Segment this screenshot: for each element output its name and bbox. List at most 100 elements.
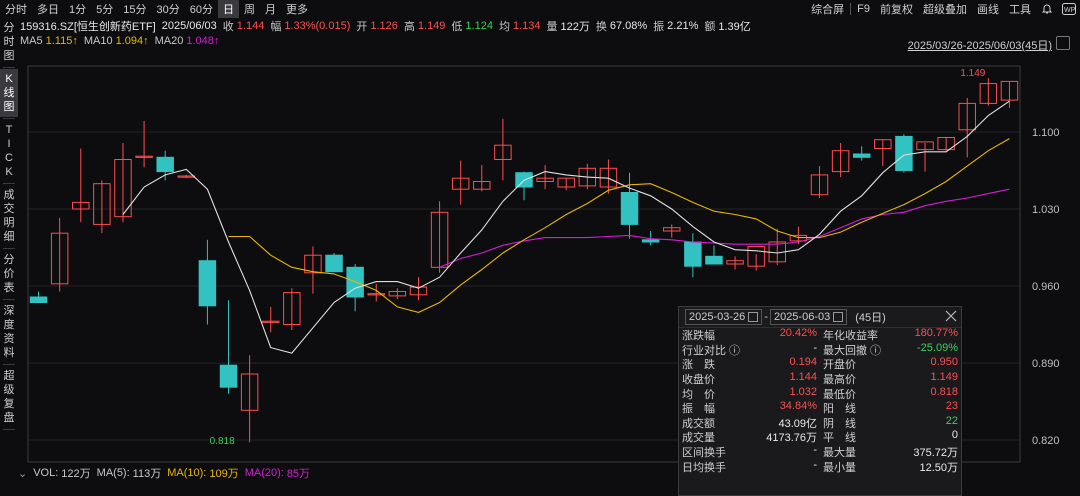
- low-annotation: 0.818: [210, 436, 235, 447]
- volume-settings-icon[interactable]: ⌄: [18, 467, 27, 480]
- stats-value: 0: [951, 429, 958, 442]
- stats-row: 振 幅 34.84% 阳 线 23: [679, 400, 961, 416]
- stats-key: 最低价: [823, 388, 856, 401]
- stats-value: 1.032: [789, 385, 817, 398]
- vol-label: VOL:: [33, 467, 59, 479]
- y-tick-label: 1.100: [1032, 127, 1060, 139]
- stats-row: 涨跌幅 20.42% 年化收益率 180.77%: [679, 327, 961, 343]
- stats-key: 最小量: [823, 461, 856, 474]
- vol-ma10-value: 109万: [209, 468, 239, 480]
- stats-cell: 成交额 43.09亿: [679, 415, 820, 431]
- stats-cell: 阳 线 23: [820, 400, 961, 416]
- candle-body: [641, 239, 660, 243]
- stats-cell: 平 线 0: [820, 429, 961, 445]
- candle-body: [29, 296, 48, 303]
- days-count: (45日): [855, 312, 886, 324]
- stats-key: 开盘价: [823, 359, 856, 372]
- stats-value: -25.09%: [917, 341, 958, 354]
- stats-value: 34.84%: [779, 400, 817, 413]
- stats-cell: 日均换手 -: [679, 459, 820, 475]
- y-tick-label: 0.820: [1032, 435, 1060, 447]
- stats-key: 涨 跌: [682, 359, 715, 372]
- stats-cell: 收盘价 1.144: [679, 371, 820, 387]
- stats-value: 180.77%: [914, 327, 958, 340]
- stats-value: 0.818: [930, 385, 958, 398]
- date-from-text: 2025-03-26: [689, 311, 746, 323]
- candle-body: [198, 260, 217, 307]
- stats-key: 平 线: [823, 432, 856, 445]
- stats-key: 行业对比 ⓘ: [682, 344, 741, 357]
- stats-value: 12.50万: [919, 461, 958, 474]
- vol-ma20-label: MA(20):: [244, 467, 284, 479]
- stats-key: 最大回撤 ⓘ: [823, 344, 882, 357]
- stats-cell: 区间换手 -: [679, 444, 820, 460]
- stats-cell: 成交量 4173.76万: [679, 429, 820, 445]
- candle-body: [684, 241, 702, 267]
- stats-value: 43.09亿: [778, 417, 817, 430]
- stats-value: 375.72万: [913, 447, 958, 460]
- candle-body: [852, 153, 871, 158]
- y-tick-label: 1.030: [1032, 204, 1060, 216]
- high-annotation: 1.149: [960, 68, 985, 79]
- stats-value: 23: [945, 400, 958, 413]
- candle-body: [156, 156, 174, 173]
- stats-key: 振 幅: [682, 403, 715, 416]
- stats-key: 年化收益率: [823, 330, 878, 343]
- stats-value: 22: [945, 414, 958, 427]
- stats-cell: 最高价 1.149: [820, 371, 961, 387]
- stats-row: 日均换手 - 最小量 12.50万: [679, 459, 961, 474]
- stats-cell: 最大量 375.72万: [820, 444, 961, 460]
- stats-key: 最大量: [823, 447, 856, 460]
- stats-value: 1.144: [789, 371, 817, 384]
- interval-stats-panel: 2025-03-26 - 2025-06-03 (45日) 涨跌幅 20.42% 年…: [678, 306, 962, 496]
- stats-rows: 涨跌幅 20.42% 年化收益率 180.77% 行业对比 ⓘ - 最大回撤 ⓘ -25.09…: [679, 327, 961, 474]
- date-sep: -: [764, 311, 768, 323]
- stats-cell: 最大回撤 ⓘ -25.09%: [820, 342, 961, 358]
- vol-ma20-value: 85万: [286, 468, 311, 480]
- stats-cell: 阴 线 22: [820, 415, 961, 431]
- stats-value: 1.149: [930, 371, 958, 384]
- vol-ma5-value: 113万: [132, 468, 162, 480]
- stats-key: 成交额: [682, 417, 715, 430]
- stats-key: 区间换手: [682, 447, 726, 460]
- stats-cell: 行业对比 ⓘ -: [679, 342, 820, 358]
- stats-row: 成交量 4173.76万平 线 0: [679, 429, 961, 445]
- candle-body: [620, 192, 639, 225]
- stats-row: 成交额 43.09亿阴 线 22: [679, 415, 961, 431]
- calendar-icon: [833, 312, 844, 322]
- close-icon[interactable]: [945, 310, 957, 325]
- stats-key: 日均换手: [682, 461, 726, 474]
- date-from-field[interactable]: 2025-03-26: [685, 309, 763, 325]
- candle-body: [219, 364, 238, 388]
- date-to-text: 2025-06-03: [773, 311, 831, 323]
- stats-cell: 开盘价 0.950: [820, 356, 961, 372]
- stats-value: -: [813, 444, 817, 457]
- stats-key: 阳 线: [823, 403, 856, 416]
- stats-cell: 年化收益率 180.77%: [820, 327, 961, 343]
- stats-row: 收盘价 1.144 最高价 1.149: [679, 371, 961, 387]
- candle-body: [325, 254, 343, 273]
- y-tick-label: 0.890: [1032, 358, 1060, 370]
- stats-cell: 最低价 0.818: [820, 386, 961, 402]
- stats-value: -: [813, 341, 817, 354]
- stats-cell: 涨跌幅 20.42%: [679, 327, 820, 343]
- stats-cell: 最小量 12.50万: [820, 459, 961, 475]
- candle-body: [895, 135, 913, 171]
- stats-key: 成交量: [682, 432, 715, 445]
- stats-key: 阴 线: [823, 417, 856, 430]
- stats-row: 均 价 1.032 最低价 0.818: [679, 386, 961, 401]
- stats-value: 0.194: [789, 356, 817, 369]
- calendar-icon: [748, 312, 759, 322]
- vol-value: 122万: [61, 468, 91, 480]
- stats-value: 4173.76万: [766, 432, 817, 445]
- stats-value: 20.42%: [779, 327, 817, 340]
- stats-cell: 涨 跌 0.194: [679, 356, 820, 372]
- date-to-field[interactable]: 2025-06-03: [769, 309, 848, 325]
- vol-ma5-label: MA(5):: [96, 467, 130, 479]
- candle-body: [705, 255, 723, 265]
- stats-key: 涨跌幅: [682, 330, 715, 343]
- stats-key: 最高价: [823, 374, 856, 387]
- stats-cell: 振 幅 34.84%: [679, 400, 820, 416]
- y-tick-label: 0.960: [1032, 281, 1060, 293]
- stats-key: 均 价: [682, 388, 715, 401]
